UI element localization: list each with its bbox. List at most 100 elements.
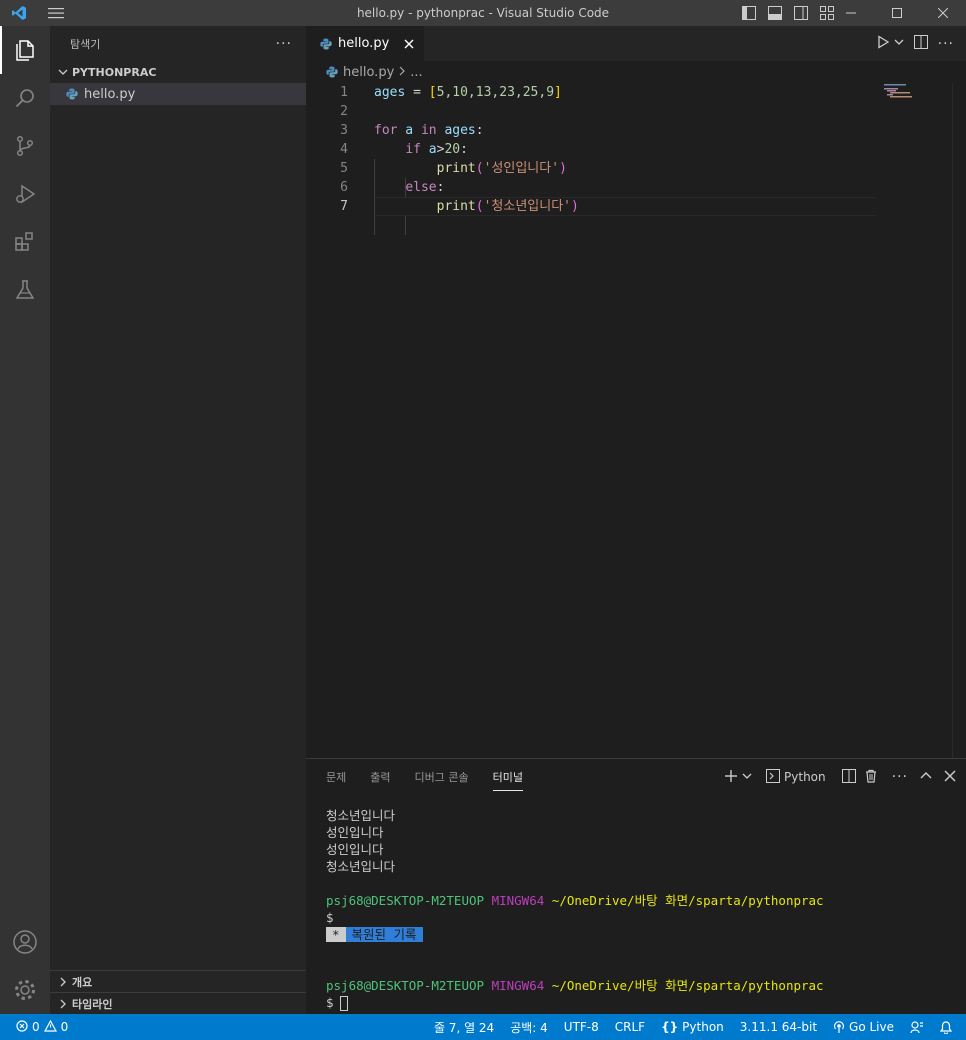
chevron-down-icon (742, 770, 752, 784)
error-icon (16, 1019, 28, 1035)
encoding[interactable]: UTF-8 (564, 1020, 599, 1034)
tab-terminal[interactable]: 터미널 (492, 759, 524, 795)
editor-tabs: hello.py ··· (306, 26, 966, 61)
split-terminal-icon[interactable] (841, 768, 856, 786)
restored-history-badge: * 복원된 기록 (326, 926, 824, 943)
outline-section[interactable]: 개요 (50, 970, 306, 992)
explorer-title: 탐색기 (70, 37, 101, 51)
terminal[interactable]: 청소년입니다 성인입니다 성인입니다 청소년입니다 psj68@DESKTOP-… (326, 807, 824, 1011)
status-bar: 0 0 줄 7, 열 24 공백: 4 UTF-8 CRLF {} Python… (0, 1014, 966, 1040)
line-number: 6 (340, 180, 348, 195)
explorer-sidebar: 탐색기 ··· PYTHONPRAC hello.py 개요 타임라인 (50, 26, 306, 1014)
end-of-line[interactable]: CRLF (615, 1020, 645, 1034)
tab-label: hello.py (338, 36, 390, 51)
code-line: 7 print('청소년입니다') (306, 197, 876, 216)
line-number: 2 (340, 104, 348, 119)
split-editor-icon[interactable] (913, 34, 928, 53)
breadcrumb-separator-icon (398, 65, 406, 80)
braces-icon: {} (661, 1020, 679, 1034)
python-file-icon (326, 66, 338, 78)
close-window-icon[interactable] (920, 0, 966, 26)
terminal-output-line: 성인입니다 (326, 842, 384, 857)
editor-area: hello.py ··· hello.py ... 1 ages = [5,10… (306, 26, 966, 758)
terminal-cursor (339, 996, 348, 1011)
line-number: 1 (340, 85, 348, 100)
activity-bar (0, 26, 50, 1014)
file-name: hello.py (84, 86, 136, 102)
error-count: 0 (32, 1020, 40, 1034)
accounts-icon[interactable] (0, 918, 50, 966)
indentation[interactable]: 공백: 4 (510, 1019, 548, 1036)
terminal-profile[interactable]: Python (766, 768, 826, 786)
manage-gear-icon[interactable] (0, 966, 50, 1014)
breadcrumb: hello.py ... (306, 61, 966, 83)
python-file-icon (320, 38, 332, 50)
code-editor[interactable]: 1 ages = [5,10,13,23,25,9] 2 3 for a in … (306, 83, 876, 216)
indent-guide (405, 216, 406, 235)
tab-debug-console[interactable]: 디버그 콘솔 (415, 759, 469, 795)
feedback-icon[interactable] (910, 1020, 924, 1034)
minimap[interactable] (884, 83, 954, 103)
timeline-section[interactable]: 타임라인 (50, 992, 306, 1014)
more-actions-icon[interactable]: ··· (276, 36, 292, 52)
code-line: 5 print('성인입니다') (306, 159, 876, 178)
line-number: 4 (340, 142, 348, 157)
new-terminal-button[interactable] (724, 769, 752, 786)
terminal-prompt: psj68@DESKTOP-M2TEUOP MINGW64 ~/OneDrive… (326, 978, 824, 993)
tab-problems[interactable]: 문제 (326, 759, 346, 795)
chevron-right-icon (56, 977, 70, 987)
folder-name: PYTHONPRAC (72, 65, 157, 79)
hamburger-menu-icon[interactable] (38, 0, 74, 26)
toggle-panel-icon[interactable] (766, 4, 784, 22)
terminal-output-line: 청소년입니다 (326, 808, 396, 823)
source-control-icon[interactable] (0, 122, 50, 170)
vscode-logo-icon (0, 0, 38, 26)
tab-output[interactable]: 출력 (370, 759, 390, 795)
folder-header[interactable]: PYTHONPRAC (50, 61, 306, 83)
go-live-button[interactable]: Go Live (833, 1020, 894, 1034)
problems-status[interactable]: 0 0 (0, 1019, 69, 1035)
terminal-icon (766, 768, 781, 786)
terminal-output-line: 성인입니다 (326, 825, 384, 840)
breadcrumb-file[interactable]: hello.py (343, 65, 394, 80)
cursor-position[interactable]: 줄 7, 열 24 (434, 1019, 494, 1036)
run-dropdown-chevron-icon[interactable] (894, 36, 904, 51)
run-python-file-icon[interactable] (876, 34, 890, 53)
maximize-panel-icon[interactable] (920, 770, 932, 785)
file-item-hello-py[interactable]: hello.py (50, 83, 306, 105)
line-number: 3 (340, 123, 348, 138)
notifications-bell-icon[interactable] (940, 1020, 952, 1034)
testing-icon[interactable] (0, 266, 50, 314)
maximize-icon[interactable] (874, 0, 920, 26)
explorer-icon[interactable] (0, 26, 50, 74)
search-icon[interactable] (0, 74, 50, 122)
python-interpreter[interactable]: 3.11.1 64-bit (740, 1020, 817, 1034)
code-line: 3 for a in ages: (306, 121, 876, 140)
close-panel-icon[interactable] (944, 770, 956, 785)
language-mode[interactable]: {} Python (661, 1020, 724, 1034)
minimize-icon[interactable] (828, 0, 874, 26)
tab-hello-py[interactable]: hello.py (306, 26, 424, 61)
code-line: 1 ages = [5,10,13,23,25,9] (306, 83, 876, 102)
run-debug-icon[interactable] (0, 170, 50, 218)
warning-count: 0 (60, 1020, 69, 1034)
bottom-panel: 문제 출력 디버그 콘솔 터미널 Python ··· 청소년입니다 성인입니다… (306, 758, 966, 1014)
editor-scrollbar[interactable] (952, 83, 966, 758)
broadcast-icon (833, 1021, 845, 1033)
terminal-input-line[interactable]: $ (326, 994, 824, 1011)
python-file-icon (66, 88, 78, 100)
warning-icon (43, 1019, 57, 1035)
line-number: 7 (340, 199, 348, 214)
extensions-icon[interactable] (0, 218, 50, 266)
terminal-profile-label: Python (784, 770, 826, 784)
toggle-primary-sidebar-icon[interactable] (740, 4, 758, 22)
panel-more-actions-icon[interactable]: ··· (892, 769, 908, 785)
editor-more-actions-icon[interactable]: ··· (938, 36, 954, 52)
plus-icon (724, 769, 738, 786)
close-tab-icon[interactable] (404, 39, 414, 49)
timeline-label: 타임라인 (72, 997, 113, 1011)
toggle-secondary-sidebar-icon[interactable] (792, 4, 810, 22)
trash-icon[interactable] (864, 769, 878, 786)
terminal-prompt: psj68@DESKTOP-M2TEUOP MINGW64 ~/OneDrive… (326, 893, 824, 908)
breadcrumb-more[interactable]: ... (410, 65, 422, 80)
